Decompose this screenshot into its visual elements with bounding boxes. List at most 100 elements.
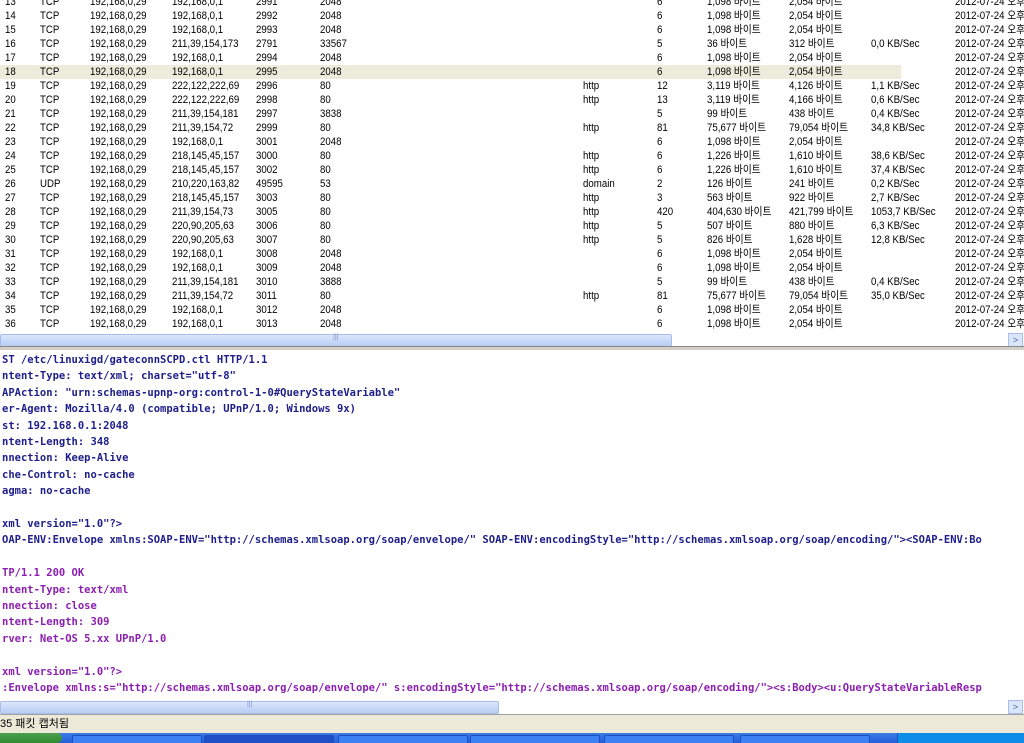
table-row[interactable]: 21 TCP 192,168,0,29 211,39,154,181 2997 3838 5… <box>0 107 1024 121</box>
cell-dst-port: 2048 <box>319 318 342 330</box>
cell-service: http <box>583 164 600 176</box>
payload-line: er-Agent: Mozilla/4.0 (compatible; UPnP/… <box>2 403 357 416</box>
cell-src-ip: 192,168,0,29 <box>89 38 147 50</box>
cell-time: 2012-07-24 오후 <box>954 150 1024 162</box>
cell-dst-ip: 211,39,154,173 <box>171 38 239 50</box>
cell-sent: 99 바이트 <box>706 108 748 120</box>
table-row[interactable]: 23 TCP 192,168,0,29 192,168,0,1 3001 2048 6 1,0… <box>0 135 1024 149</box>
table-row[interactable]: 36 TCP 192,168,0,29 192,168,0,1 3013 2048 6 1,0… <box>0 317 1024 331</box>
table-row[interactable]: 15 TCP 192,168,0,29 192,168,0,1 2993 2048 6 1,0… <box>0 23 1024 37</box>
cell-protocol: TCP <box>39 66 60 78</box>
table-row[interactable]: 19 TCP 192,168,0,29 222,122,222,69 2996 80 htt… <box>0 79 1024 93</box>
table-row[interactable]: 14 TCP 192,168,0,29 192,168,0,1 2992 2048 6 1,0… <box>0 9 1024 23</box>
table-row[interactable]: 30 TCP 192,168,0,29 220,90,205,63 3007 80 http… <box>0 233 1024 247</box>
cell-no: 35 <box>4 304 16 316</box>
cell-no: 18 <box>4 66 16 78</box>
cell-packets: 81 <box>656 290 668 302</box>
cell-protocol: TCP <box>39 150 60 162</box>
cell-dst-port: 80 <box>319 150 331 162</box>
taskbar-button[interactable] <box>72 735 202 743</box>
table-row[interactable]: 24 TCP 192,168,0,29 218,145,45,157 3000 80 htt… <box>0 149 1024 163</box>
cell-src-port: 2996 <box>255 80 278 92</box>
cell-dst-port: 2048 <box>319 52 342 64</box>
cell-sent: 507 바이트 <box>706 220 753 232</box>
table-row[interactable]: 26 UDP 192,168,0,29 210,220,163,82 49595 53 do… <box>0 177 1024 191</box>
table-row[interactable]: 18 TCP 192,168,0,29 192,168,0,1 2995 2048 6 1,0… <box>0 65 1024 79</box>
cell-packets: 6 <box>656 136 663 148</box>
scroll-right-arrow[interactable]: > <box>1008 700 1023 714</box>
table-row[interactable]: 28 TCP 192,168,0,29 211,39,154,73 3005 80 http… <box>0 205 1024 219</box>
taskbar-button[interactable] <box>470 735 600 743</box>
list-horizontal-scrollbar[interactable]: ||| > <box>0 333 1024 347</box>
cell-received: 1,628 바이트 <box>788 234 843 246</box>
table-row[interactable]: 20 TCP 192,168,0,29 222,122,222,69 2998 80 htt… <box>0 93 1024 107</box>
packet-payload-view[interactable]: ST /etc/linuxigd/gateconnSCPD.ctl HTTP/1… <box>0 350 1024 700</box>
table-row[interactable]: 34 TCP 192,168,0,29 211,39,154,72 3011 80 http… <box>0 289 1024 303</box>
cell-src-port: 2992 <box>255 10 278 22</box>
cell-packets: 6 <box>656 262 663 274</box>
cell-protocol: TCP <box>39 192 60 204</box>
cell-protocol: TCP <box>39 206 60 218</box>
payload-line: ntent-Type: text/xml; charset="utf-8" <box>2 370 236 383</box>
cell-time: 2012-07-24 오후 <box>954 52 1024 64</box>
table-row[interactable]: 35 TCP 192,168,0,29 192,168,0,1 3012 2048 6 1,0… <box>0 303 1024 317</box>
cell-service: domain <box>583 178 615 190</box>
cell-received: 2,054 바이트 <box>788 304 843 316</box>
cell-received: 438 바이트 <box>788 276 835 288</box>
table-row[interactable]: 31 TCP 192,168,0,29 192,168,0,1 3008 2048 6 1,0… <box>0 247 1024 261</box>
cell-src-ip: 192,168,0,29 <box>89 318 147 330</box>
cell-src-ip: 192,168,0,29 <box>89 94 147 106</box>
taskbar-button[interactable] <box>740 735 870 743</box>
cell-sent: 1,098 바이트 <box>706 66 761 78</box>
system-tray <box>897 733 1024 743</box>
cell-time: 2012-07-24 오후 <box>954 220 1024 232</box>
table-row[interactable]: 27 TCP 192,168,0,29 218,145,45,157 3003 80 htt… <box>0 191 1024 205</box>
cell-no: 33 <box>4 276 16 288</box>
payload-horizontal-scrollbar[interactable]: ||| > <box>0 700 1024 714</box>
table-row[interactable]: 33 TCP 192,168,0,29 211,39,154,181 3010 3888 5… <box>0 275 1024 289</box>
cell-received: 2,054 바이트 <box>788 318 843 330</box>
taskbar-button-active[interactable] <box>204 735 334 743</box>
taskbar-button[interactable] <box>338 735 468 743</box>
cell-no: 17 <box>4 52 16 64</box>
cell-src-ip: 192,168,0,29 <box>89 24 147 36</box>
cell-time: 2012-07-24 오후 <box>954 10 1024 22</box>
cell-received: 421,799 바이트 <box>788 206 854 218</box>
cell-dst-port: 3888 <box>319 276 342 288</box>
start-button[interactable] <box>0 733 62 743</box>
taskbar-button[interactable] <box>604 735 734 743</box>
cell-src-ip: 192,168,0,29 <box>89 206 147 218</box>
cell-no: 22 <box>4 122 16 134</box>
table-row[interactable]: 17 TCP 192,168,0,29 192,168,0,1 2994 2048 6 1,0… <box>0 51 1024 65</box>
cell-src-ip: 192,168,0,29 <box>89 80 147 92</box>
cell-protocol: TCP <box>39 94 60 106</box>
table-row[interactable]: 25 TCP 192,168,0,29 218,145,45,157 3002 80 htt… <box>0 163 1024 177</box>
cell-dst-port: 80 <box>319 94 331 106</box>
table-row[interactable]: 29 TCP 192,168,0,29 220,90,205,63 3006 80 http… <box>0 219 1024 233</box>
cell-received: 2,054 바이트 <box>788 262 843 274</box>
cell-no: 19 <box>4 80 16 92</box>
cell-time: 2012-07-24 오후 <box>954 318 1024 330</box>
cell-service: http <box>583 150 600 162</box>
scroll-right-arrow[interactable]: > <box>1008 333 1023 347</box>
table-row[interactable]: 22 TCP 192,168,0,29 211,39,154,72 2999 80 http… <box>0 121 1024 135</box>
cell-src-port: 3006 <box>255 220 278 232</box>
cell-dst-ip: 192,168,0,1 <box>171 248 224 260</box>
cell-src-port: 3003 <box>255 192 278 204</box>
connection-list[interactable]: 13 TCP 192,168,0,29 192,168,0,1 2991 2048 6 1,0… <box>0 0 1024 333</box>
table-row[interactable]: 16 TCP 192,168,0,29 211,39,154,173 2791 33567… <box>0 37 1024 51</box>
cell-time: 2012-07-24 오후 <box>954 122 1024 134</box>
cell-src-port: 2999 <box>255 122 278 134</box>
cell-protocol: TCP <box>39 290 60 302</box>
cell-src-ip: 192,168,0,29 <box>89 108 147 120</box>
cell-packets: 3 <box>656 192 663 204</box>
cell-sent: 3,119 바이트 <box>706 94 760 106</box>
cell-no: 32 <box>4 262 16 274</box>
cell-packets: 5 <box>656 220 663 232</box>
table-row[interactable]: 32 TCP 192,168,0,29 192,168,0,1 3009 2048 6 1,0… <box>0 261 1024 275</box>
table-row[interactable]: 13 TCP 192,168,0,29 192,168,0,1 2991 2048 6 1,0… <box>0 0 1024 9</box>
cell-rate: 0,4 KB/Sec <box>870 108 920 120</box>
cell-sent: 75,677 바이트 <box>706 122 767 134</box>
cell-src-port: 3011 <box>255 290 277 302</box>
cell-src-port: 2997 <box>255 108 278 120</box>
